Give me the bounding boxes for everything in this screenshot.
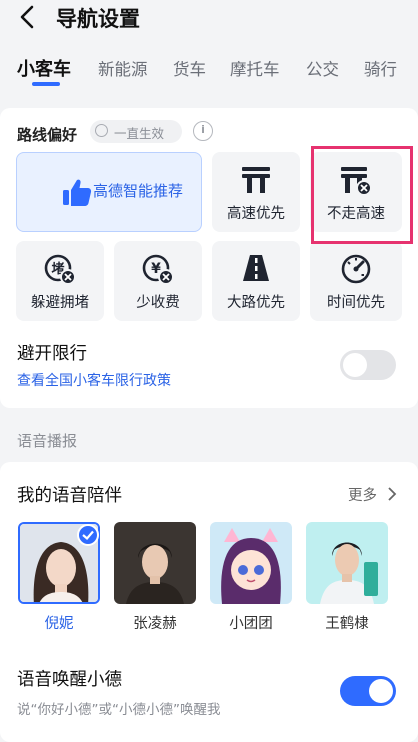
voice-avatar[interactable] <box>306 522 388 604</box>
page-title: 导航设置 <box>56 7 140 31</box>
route-pref-label: 路线偏好 <box>17 126 78 144</box>
restriction-policy-link[interactable]: 查看全国小客车限行政策 <box>17 370 171 390</box>
top-bar: 导航设置 <box>0 0 418 36</box>
highlight-frame <box>311 146 413 244</box>
thumbs-up-icon <box>63 179 92 206</box>
voice-name: 倪妮 <box>44 616 74 632</box>
main-road-icon <box>243 255 269 281</box>
route-option-less-toll[interactable]: ¥ 少收费 <box>114 241 202 321</box>
toggle-knob <box>369 679 393 703</box>
route-option-smart-recommend[interactable]: 高德智能推荐 <box>16 152 202 232</box>
voice-wake-desc: 说“你好小德”或“小德小德”唤醒我 <box>17 702 221 718</box>
speedometer-icon <box>341 254 371 284</box>
info-icon[interactable]: i <box>193 121 213 141</box>
tab-cycling[interactable]: 骑行 <box>364 56 397 80</box>
voice-name: 张凌赫 <box>133 616 177 632</box>
tab-new-energy[interactable]: 新能源 <box>98 56 148 80</box>
avoid-congestion-icon: 堵 <box>44 254 76 285</box>
route-option-label: 高速优先 <box>227 206 285 222</box>
voice-companion-title: 我的语音陪伴 <box>17 486 122 506</box>
voice-avatar[interactable] <box>114 522 196 604</box>
selected-check-icon <box>77 524 99 546</box>
route-option-time-first[interactable]: 时间优先 <box>310 241 402 321</box>
active-tab-indicator <box>32 82 60 86</box>
route-option-label: 少收费 <box>136 295 180 311</box>
route-option-highway-first[interactable]: 高速优先 <box>212 152 300 232</box>
always-on-label: 一直生效 <box>114 126 165 141</box>
tab-car[interactable]: 小客车 <box>17 55 71 81</box>
voice-wake-toggle[interactable] <box>340 676 396 706</box>
route-option-main-road-first[interactable]: 大路优先 <box>212 241 300 321</box>
voice-name: 小团团 <box>229 616 273 632</box>
less-toll-icon: ¥ <box>142 254 174 285</box>
route-option-label: 时间优先 <box>327 295 385 311</box>
tab-truck[interactable]: 货车 <box>173 56 206 80</box>
route-option-label: 大路优先 <box>227 295 285 311</box>
route-option-avoid-congestion[interactable]: 堵 躲避拥堵 <box>16 241 104 321</box>
always-on-toggle[interactable]: 一直生效 <box>90 120 182 143</box>
back-arrow-icon[interactable] <box>14 4 42 30</box>
more-link[interactable]: 更多 <box>348 484 377 505</box>
toggle-knob <box>343 353 367 377</box>
chevron-right-icon[interactable] <box>386 486 398 502</box>
vehicle-tabs: 小客车 新能源 货车 摩托车 公交 骑行 <box>0 52 418 92</box>
voice-section-title: 语音播报 <box>17 432 78 450</box>
voice-wake-title: 语音唤醒小德 <box>17 670 122 690</box>
radio-icon <box>95 124 108 137</box>
route-option-label: 躲避拥堵 <box>31 295 89 311</box>
tab-bus[interactable]: 公交 <box>306 56 339 80</box>
voice-avatar[interactable] <box>210 522 292 604</box>
tab-motorcycle[interactable]: 摩托车 <box>230 56 280 80</box>
voice-card: 我的语音陪伴 更多 倪妮 张凌赫 小团团 王鹤棣 语音唤醒小德 说“你好小德”或… <box>0 462 418 742</box>
avoid-restriction-toggle[interactable] <box>340 350 396 380</box>
highway-icon <box>242 167 270 193</box>
route-option-label: 高德智能推荐 <box>93 182 184 200</box>
voice-name: 王鹤棣 <box>325 616 369 632</box>
avoid-restriction-title: 避开限行 <box>17 344 87 364</box>
